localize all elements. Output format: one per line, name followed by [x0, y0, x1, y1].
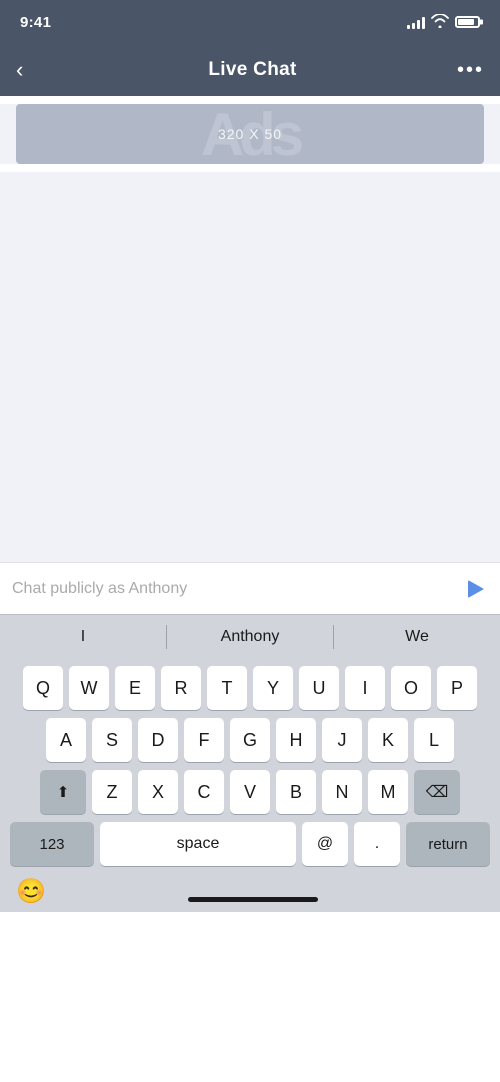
autocomplete-bar: I Anthony We — [0, 614, 500, 658]
autocomplete-item-anthony[interactable]: Anthony — [167, 615, 333, 658]
keyboard-row-3: ⬆ Z X C V B N M ⌫ — [4, 770, 496, 814]
key-w[interactable]: W — [69, 666, 109, 710]
key-y[interactable]: Y — [253, 666, 293, 710]
key-c[interactable]: C — [184, 770, 224, 814]
key-v[interactable]: V — [230, 770, 270, 814]
key-h[interactable]: H — [276, 718, 316, 762]
status-bar: 9:41 — [0, 0, 500, 44]
key-j[interactable]: J — [322, 718, 362, 762]
chat-area — [0, 172, 500, 562]
period-key[interactable]: . — [354, 822, 400, 866]
key-r[interactable]: R — [161, 666, 201, 710]
key-m[interactable]: M — [368, 770, 408, 814]
autocomplete-item-we[interactable]: We — [334, 615, 500, 658]
key-o[interactable]: O — [391, 666, 431, 710]
nav-bar: ‹ Live Chat ••• — [0, 44, 500, 96]
key-t[interactable]: T — [207, 666, 247, 710]
key-a[interactable]: A — [46, 718, 86, 762]
delete-key[interactable]: ⌫ — [414, 770, 460, 814]
input-row — [0, 562, 500, 614]
status-icons — [407, 14, 480, 31]
key-s[interactable]: S — [92, 718, 132, 762]
key-e[interactable]: E — [115, 666, 155, 710]
return-key[interactable]: return — [406, 822, 490, 866]
shift-key[interactable]: ⬆ — [40, 770, 86, 814]
keyboard-row-4: 123 space @ . return — [4, 822, 496, 866]
key-x[interactable]: X — [138, 770, 178, 814]
autocomplete-item-i[interactable]: I — [0, 615, 166, 658]
at-key[interactable]: @ — [302, 822, 348, 866]
key-i[interactable]: I — [345, 666, 385, 710]
chat-input[interactable] — [12, 580, 456, 598]
keyboard-row-1: Q W E R T Y U I O P — [4, 666, 496, 710]
key-k[interactable]: K — [368, 718, 408, 762]
send-button[interactable] — [464, 576, 488, 602]
key-f[interactable]: F — [184, 718, 224, 762]
battery-icon — [455, 16, 480, 28]
key-u[interactable]: U — [299, 666, 339, 710]
signal-bars-icon — [407, 16, 425, 29]
more-button[interactable]: ••• — [457, 59, 484, 82]
key-z[interactable]: Z — [92, 770, 132, 814]
numbers-key[interactable]: 123 — [10, 822, 94, 866]
key-g[interactable]: G — [230, 718, 270, 762]
keyboard-row-2: A S D F G H J K L — [4, 718, 496, 762]
ad-banner: Ads 320 X 50 — [16, 104, 484, 164]
page-title: Live Chat — [208, 59, 296, 81]
space-key[interactable]: space — [100, 822, 296, 866]
home-indicator — [188, 897, 318, 902]
status-time: 9:41 — [20, 14, 51, 31]
key-b[interactable]: B — [276, 770, 316, 814]
ad-text: 320 X 50 — [218, 126, 282, 142]
send-arrow-icon — [468, 580, 484, 598]
key-d[interactable]: D — [138, 718, 178, 762]
key-q[interactable]: Q — [23, 666, 63, 710]
key-n[interactable]: N — [322, 770, 362, 814]
key-p[interactable]: P — [437, 666, 477, 710]
back-button[interactable]: ‹ — [16, 57, 48, 83]
keyboard: Q W E R T Y U I O P A S D F G H J K L ⬆ … — [0, 658, 500, 878]
bottom-bar: 😊 — [0, 878, 500, 912]
wifi-icon — [431, 14, 449, 31]
key-l[interactable]: L — [414, 718, 454, 762]
emoji-button[interactable]: 😊 — [16, 877, 46, 906]
